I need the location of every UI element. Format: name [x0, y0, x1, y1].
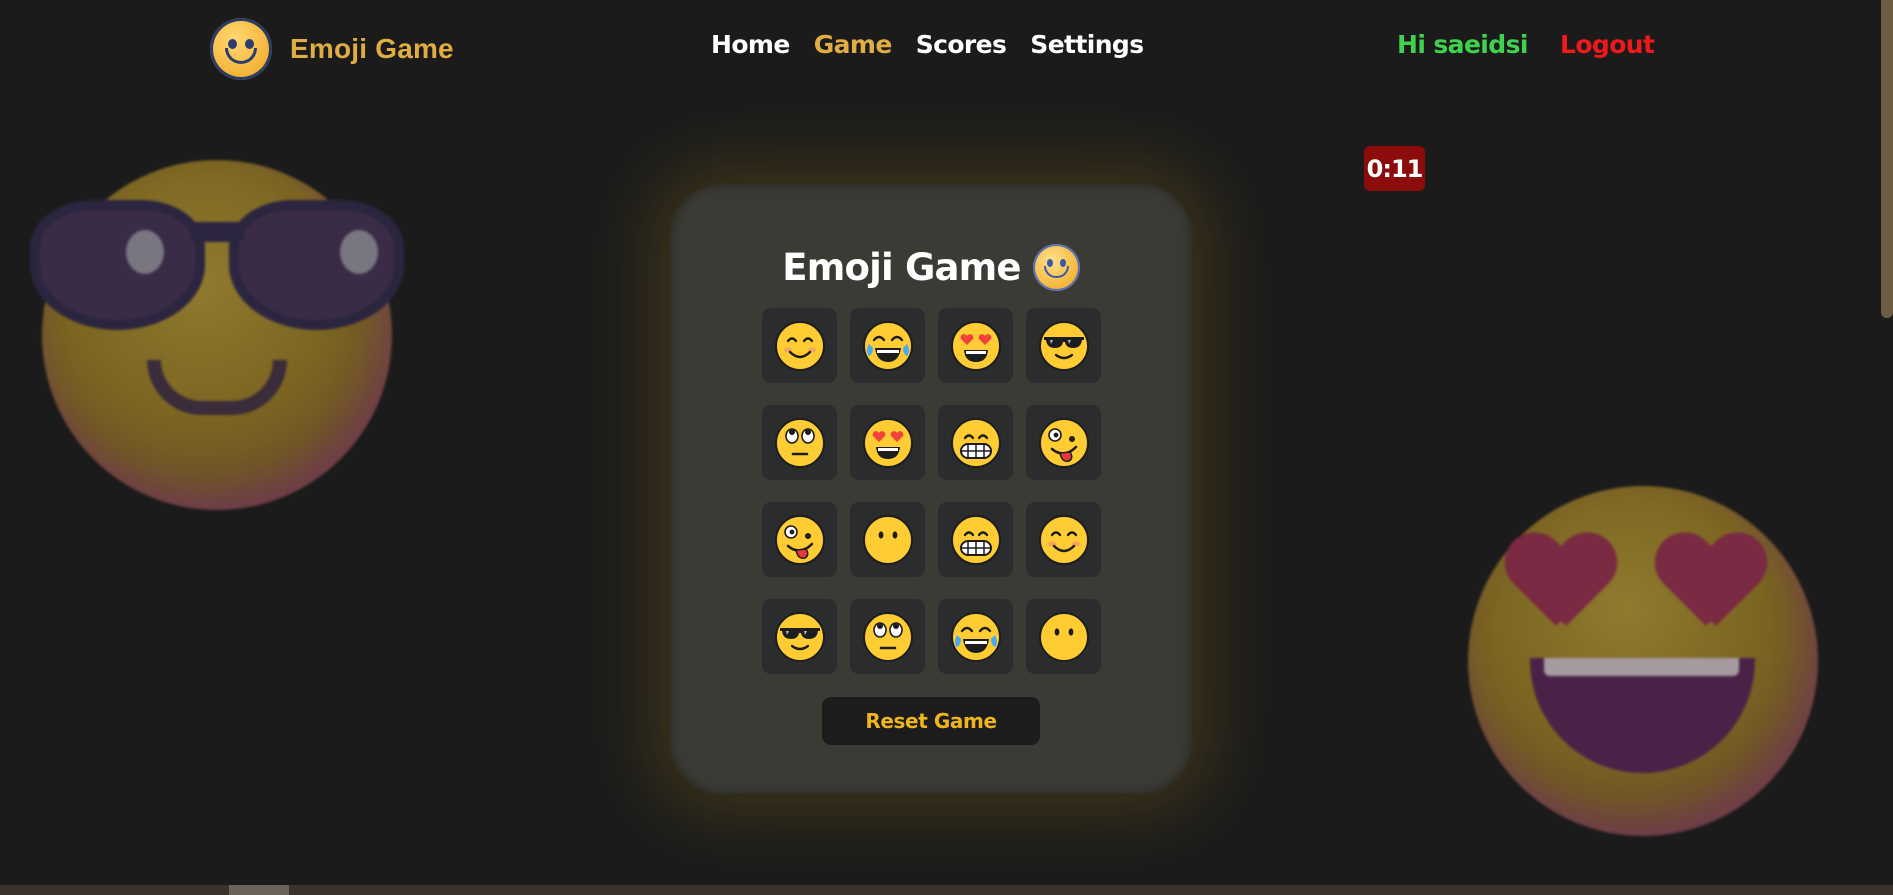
emoji-tile[interactable] — [1026, 599, 1101, 674]
grimacing-grin-icon — [950, 514, 1001, 565]
game-card: Emoji Game Reset Game — [670, 184, 1192, 794]
game-title-text: Emoji Game — [782, 246, 1021, 289]
tears-of-joy-icon — [862, 320, 913, 371]
smiley-logo-icon — [210, 18, 272, 80]
sunglasses-shape — [30, 200, 404, 330]
reset-game-button[interactable]: Reset Game — [822, 697, 1040, 745]
user-greeting: Hi saeidsi — [1397, 30, 1528, 59]
emoji-tile[interactable] — [938, 308, 1013, 383]
emoji-tile[interactable] — [938, 502, 1013, 577]
vertical-scrollbar[interactable] — [1881, 0, 1893, 318]
page: Emoji Game Home Game Scores Settings Hi … — [0, 0, 1893, 895]
emoji-board — [762, 308, 1101, 674]
brand-name: Emoji Game — [290, 33, 454, 64]
horizontal-scrollbar[interactable] — [0, 885, 1893, 895]
emoji-tile[interactable] — [1026, 405, 1101, 480]
neutral-face-icon — [862, 514, 913, 565]
zany-face-icon — [1038, 417, 1089, 468]
emoji-tile[interactable] — [850, 502, 925, 577]
nav-link-settings[interactable]: Settings — [1030, 30, 1144, 59]
smiling-face-icon — [774, 320, 825, 371]
heart-eyes-icon — [950, 320, 1001, 371]
nav-link-home[interactable]: Home — [711, 30, 790, 59]
eye-roll-icon — [774, 417, 825, 468]
heart-eyes-icon — [862, 417, 913, 468]
emoji-tile[interactable] — [762, 405, 837, 480]
emoji-tile[interactable] — [938, 405, 1013, 480]
neutral-face-icon — [1038, 611, 1089, 662]
emoji-tile[interactable] — [850, 405, 925, 480]
eye-roll-icon — [862, 611, 913, 662]
nav-link-game[interactable]: Game — [814, 30, 893, 59]
smiling-face-icon — [1038, 514, 1089, 565]
logout-link[interactable]: Logout — [1560, 30, 1655, 59]
tears-of-joy-icon — [950, 611, 1001, 662]
sunglasses-icon — [774, 611, 825, 662]
heart-eyes-face-decoration — [1468, 486, 1818, 836]
main-nav: Home Game Scores Settings — [711, 30, 1144, 59]
zany-face-icon — [774, 514, 825, 565]
game-timer: 0:11 — [1364, 146, 1425, 191]
horizontal-scrollbar-thumb[interactable] — [229, 885, 289, 895]
game-title: Emoji Game — [670, 244, 1192, 291]
smiley-icon — [1032, 244, 1080, 291]
emoji-tile[interactable] — [850, 308, 925, 383]
brand-logo[interactable]: Emoji Game — [210, 18, 454, 80]
sunglasses-icon — [1038, 320, 1089, 371]
emoji-tile[interactable] — [1026, 502, 1101, 577]
grimacing-grin-icon — [950, 417, 1001, 468]
emoji-tile[interactable] — [1026, 308, 1101, 383]
emoji-tile[interactable] — [938, 599, 1013, 674]
sunglasses-face-decoration — [30, 160, 404, 510]
emoji-tile[interactable] — [850, 599, 925, 674]
emoji-tile[interactable] — [762, 502, 837, 577]
emoji-tile[interactable] — [762, 599, 837, 674]
nav-link-scores[interactable]: Scores — [916, 30, 1007, 59]
emoji-tile[interactable] — [762, 308, 837, 383]
